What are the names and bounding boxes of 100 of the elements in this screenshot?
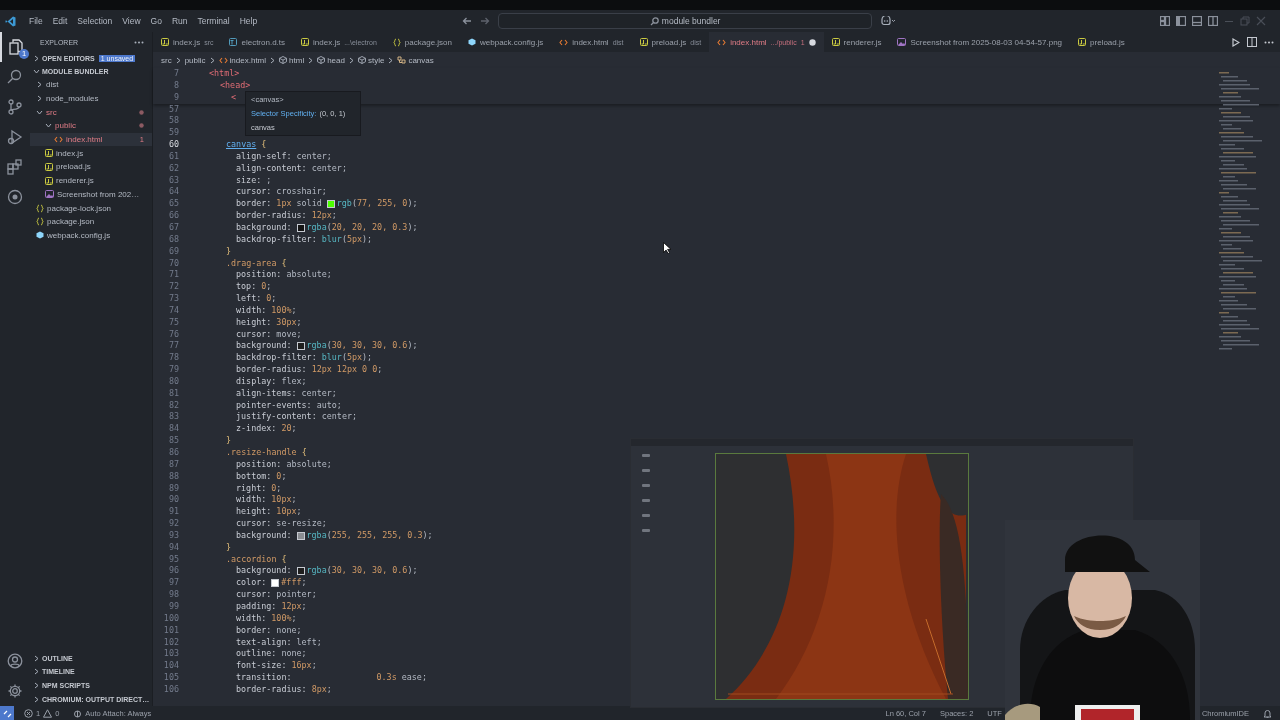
code-text: ); bbox=[422, 529, 433, 542]
code-text: ); bbox=[407, 221, 418, 234]
code-text: border: bbox=[236, 198, 273, 211]
menu-item[interactable]: Selection bbox=[72, 14, 118, 28]
tree-file[interactable]: preload.js bbox=[30, 160, 152, 174]
code-text: absolute; bbox=[286, 269, 332, 282]
menu-item[interactable]: Terminal bbox=[192, 14, 235, 28]
source-control-icon[interactable] bbox=[7, 99, 23, 115]
code-text: justify-content: bbox=[236, 411, 318, 424]
code-text: pointer-events: bbox=[236, 399, 313, 412]
code-text: border-radius: bbox=[236, 683, 308, 696]
breadcrumb[interactable]: style bbox=[357, 55, 385, 65]
run-icon[interactable] bbox=[1232, 37, 1240, 47]
line-number: 57 bbox=[167, 103, 179, 116]
chevron-down-icon bbox=[33, 68, 40, 75]
code-text: 77, 255, 0 bbox=[356, 198, 408, 211]
code-text: ); bbox=[407, 340, 418, 353]
breadcrumb[interactable]: html bbox=[279, 55, 305, 65]
extensions-icon[interactable] bbox=[7, 159, 23, 175]
layout-icon[interactable] bbox=[1160, 16, 1170, 26]
code-text: background: bbox=[236, 221, 293, 234]
breadcrumb[interactable]: src bbox=[161, 55, 172, 65]
back-arrow-icon[interactable] bbox=[462, 17, 473, 25]
warning-icon bbox=[43, 708, 53, 718]
code-text: ; bbox=[291, 612, 297, 625]
split-icon[interactable] bbox=[1208, 16, 1218, 26]
run-debug-icon[interactable] bbox=[7, 129, 23, 145]
line-number: 99 bbox=[167, 600, 179, 613]
settings-icon[interactable] bbox=[7, 683, 23, 699]
menu-item[interactable]: Help bbox=[234, 14, 263, 28]
code-text: ; bbox=[311, 660, 317, 673]
menu-item[interactable]: Go bbox=[145, 14, 167, 28]
code-text: ( bbox=[341, 233, 347, 246]
app-logo-icon bbox=[5, 15, 16, 27]
line-number: 73 bbox=[167, 293, 179, 305]
ts-file-icon bbox=[229, 38, 238, 46]
tree-file[interactable]: webpack.config.js bbox=[30, 228, 152, 243]
line-number: 72 bbox=[167, 281, 179, 294]
tree-file[interactable]: package-lock.json bbox=[30, 201, 152, 215]
breadcrumb[interactable]: index.html bbox=[218, 55, 267, 65]
color-swatch[interactable] bbox=[296, 342, 305, 351]
chevron-right-icon bbox=[387, 56, 395, 64]
more-icon[interactable] bbox=[134, 40, 144, 44]
tree-file[interactable]: renderer.js bbox=[30, 173, 152, 188]
folder-item[interactable]: node_modules bbox=[30, 91, 152, 106]
files-icon[interactable] bbox=[9, 39, 23, 55]
more-icon[interactable] bbox=[1264, 40, 1274, 44]
cube-icon bbox=[279, 56, 288, 64]
menu-item[interactable]: Edit bbox=[47, 14, 73, 28]
line-number: 90 bbox=[167, 494, 179, 507]
code-text: ; bbox=[291, 304, 297, 317]
chevron-right-icon bbox=[208, 56, 216, 64]
line-number: 74 bbox=[167, 304, 179, 317]
search-icon[interactable] bbox=[7, 69, 23, 85]
split-editor-icon[interactable] bbox=[1247, 37, 1257, 47]
color-swatch[interactable] bbox=[296, 567, 305, 576]
tree-file[interactable]: package.json bbox=[30, 214, 152, 229]
folder-item[interactable]: public bbox=[30, 119, 152, 133]
code-text: cursor: bbox=[236, 328, 273, 341]
search-field[interactable]: module bundler bbox=[498, 13, 873, 29]
line-number: 75 bbox=[167, 316, 179, 329]
code-text: ); bbox=[407, 565, 418, 578]
code-text: ; bbox=[271, 293, 277, 305]
code-text: center; bbox=[321, 411, 357, 424]
color-swatch[interactable] bbox=[296, 223, 305, 232]
code-text: ; bbox=[377, 364, 383, 376]
breadcrumb[interactable]: canvas bbox=[397, 55, 434, 65]
color-swatch[interactable] bbox=[271, 579, 280, 588]
code-text: ; bbox=[266, 174, 272, 187]
sidebar-toggle-icon[interactable] bbox=[1176, 16, 1186, 26]
remote-button[interactable] bbox=[0, 706, 14, 720]
image-icon bbox=[897, 38, 907, 46]
folder-item[interactable]: src bbox=[30, 105, 152, 120]
code-text: flex; bbox=[281, 375, 307, 388]
menu-item[interactable]: View bbox=[117, 14, 146, 28]
account-icon[interactable] bbox=[7, 653, 23, 669]
breadcrumb[interactable]: public bbox=[184, 55, 206, 65]
code-text: rgba bbox=[306, 340, 327, 353]
code-text: ; bbox=[291, 423, 297, 436]
code-text: 8px bbox=[311, 683, 327, 696]
code-text: position: bbox=[236, 458, 283, 471]
folder-item[interactable]: dist bbox=[30, 78, 152, 92]
color-swatch[interactable] bbox=[326, 200, 335, 209]
breadcrumb[interactable]: head bbox=[317, 55, 345, 65]
cube-icon bbox=[357, 56, 366, 64]
tree-file[interactable]: index.js bbox=[30, 146, 152, 161]
chevron-right-icon bbox=[307, 56, 315, 64]
code-text: padding: bbox=[236, 600, 278, 613]
bell-icon[interactable] bbox=[1263, 708, 1272, 718]
code-text: ; bbox=[281, 470, 287, 483]
tree-file[interactable]: Screenshot from 202… bbox=[30, 187, 152, 202]
color-swatch[interactable] bbox=[296, 531, 305, 540]
panel-toggle-icon[interactable] bbox=[1192, 16, 1202, 26]
code-text: < bbox=[231, 91, 237, 104]
line-number: 68 bbox=[167, 233, 179, 246]
js-file-icon bbox=[45, 176, 53, 185]
menu-item[interactable]: File bbox=[24, 14, 48, 28]
code-text: ( bbox=[326, 221, 332, 234]
chromium-icon[interactable] bbox=[7, 189, 23, 205]
menu-item[interactable]: Run bbox=[166, 14, 193, 28]
